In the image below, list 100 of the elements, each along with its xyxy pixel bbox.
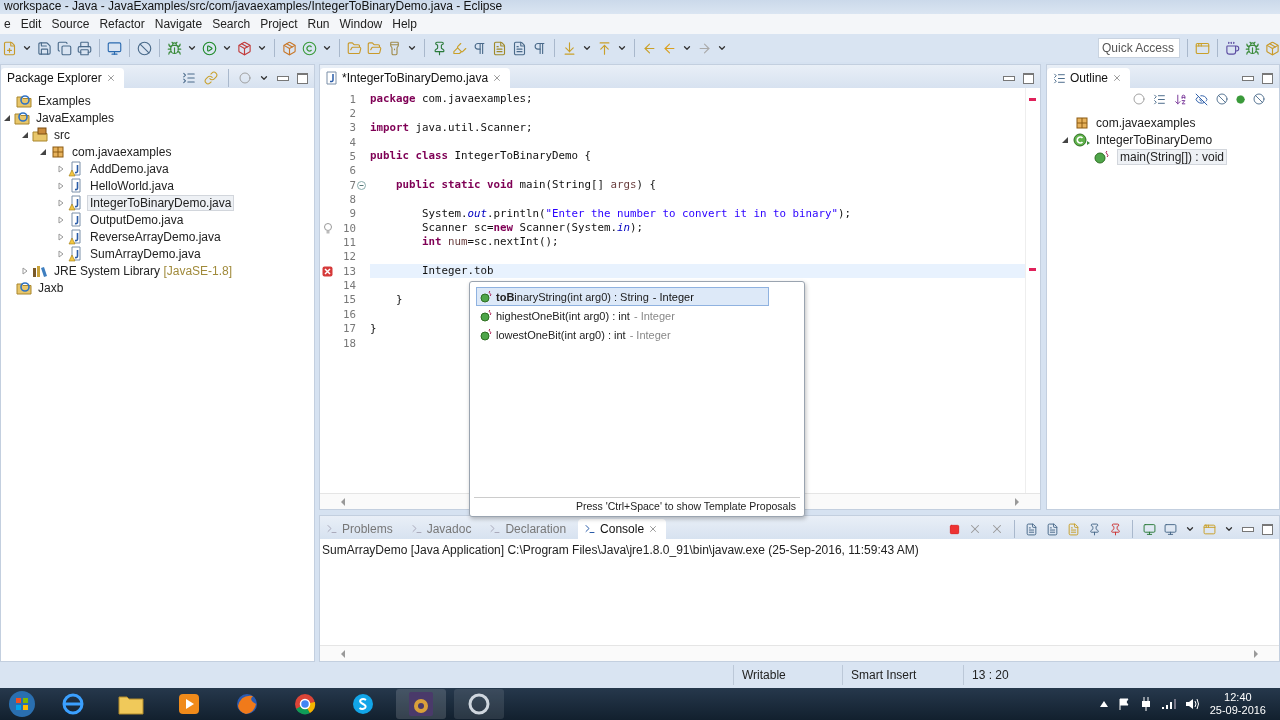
collapsed-arrow-icon[interactable] <box>21 266 29 275</box>
collapsed-arrow-icon[interactable] <box>57 249 65 258</box>
outline-icon[interactable] <box>1053 71 1066 85</box>
signal-bars-icon[interactable] <box>1161 699 1176 709</box>
scroll-left-icon[interactable] <box>340 649 346 658</box>
expanded-arrow-icon[interactable] <box>3 113 11 122</box>
close-icon[interactable] <box>492 73 503 83</box>
package-icon[interactable] <box>237 40 252 56</box>
menu-item[interactable]: Help <box>388 16 423 32</box>
collapsed-arrow-icon[interactable] <box>57 181 65 190</box>
completion-item[interactable]: highestOneBit(int arg0) : int - Integer <box>476 306 769 325</box>
menu-item[interactable]: Source <box>47 16 96 32</box>
document-icon[interactable] <box>512 40 527 56</box>
expanded-arrow-icon[interactable] <box>39 147 47 156</box>
document-icon[interactable] <box>492 40 507 56</box>
tree-item[interactable]: com.javaexamples <box>69 143 175 160</box>
collapsed-arrow-icon[interactable] <box>57 198 65 207</box>
collapse-all-icon[interactable] <box>182 71 196 85</box>
maximize-icon[interactable] <box>1262 72 1273 84</box>
maximize-icon[interactable] <box>1262 523 1273 535</box>
folder-icon[interactable] <box>118 693 144 715</box>
tree-item[interactable]: AddDemo.java <box>87 160 172 177</box>
close-icon[interactable] <box>1112 73 1123 83</box>
coffee-icon[interactable] <box>1225 40 1240 56</box>
media-player-icon[interactable] <box>177 692 201 716</box>
view-tab[interactable]: Javadoc <box>404 519 480 539</box>
collapse-all-icon[interactable] <box>1153 92 1166 106</box>
play-icon[interactable] <box>202 40 217 56</box>
monitor-icon[interactable] <box>1164 522 1177 536</box>
dot-icon[interactable] <box>1236 94 1245 104</box>
expanded-arrow-icon[interactable] <box>21 130 29 139</box>
tree-item[interactable]: OutputDemo.java <box>87 211 187 228</box>
menu-item[interactable]: Search <box>208 16 257 32</box>
copyright-icon[interactable] <box>302 40 317 56</box>
bug-icon[interactable] <box>1245 40 1260 56</box>
dropdown-caret-icon[interactable] <box>187 43 197 53</box>
package-icon[interactable] <box>282 40 297 56</box>
pin-icon[interactable] <box>432 40 447 56</box>
ide-app-icon[interactable] <box>408 691 434 717</box>
collapsed-arrow-icon[interactable] <box>57 232 65 241</box>
menu-item[interactable]: Edit <box>16 16 48 32</box>
maximize-icon[interactable] <box>297 72 308 84</box>
collapsed-arrow-icon[interactable] <box>57 164 65 173</box>
editor-tab[interactable]: *IntegerToBinaryDemo.java <box>320 68 511 88</box>
tree-item[interactable]: IntegerToBinaryDemo.java <box>87 194 235 211</box>
dropdown-caret-icon[interactable] <box>22 43 32 53</box>
clock-time[interactable]: 12:40 <box>1224 691 1252 704</box>
menu-item[interactable]: Navigate <box>150 16 209 32</box>
tree-item[interactable]: JavaExamples <box>33 109 118 126</box>
view-tab[interactable]: Outline <box>1047 68 1131 88</box>
save-icon[interactable] <box>37 40 52 56</box>
menu-item[interactable]: Refactor <box>95 16 151 32</box>
tree-item[interactable]: IntegerToBinaryDemo <box>1093 131 1216 148</box>
tree-item[interactable]: JRE System Library [JavaSE-1.8] <box>51 262 236 279</box>
hide-icon[interactable] <box>1195 92 1208 106</box>
chat-s-icon[interactable] <box>351 692 375 716</box>
document-icon[interactable] <box>1046 522 1059 536</box>
monitor-icon[interactable] <box>1143 522 1156 536</box>
monitor-icon[interactable] <box>107 40 122 56</box>
dropdown-caret-icon[interactable] <box>322 43 332 53</box>
menu-item[interactable]: Run <box>303 16 336 32</box>
dropdown-caret-icon[interactable] <box>257 43 267 53</box>
pilcrow-icon[interactable] <box>532 40 547 56</box>
bug-icon[interactable] <box>167 40 182 56</box>
tree-item[interactable]: ReverseArrayDemo.java <box>87 228 224 245</box>
globe-icon[interactable] <box>61 692 85 716</box>
tray-arrow-icon[interactable] <box>1099 701 1108 707</box>
tree-item[interactable]: main(String[]) : void <box>1117 148 1228 165</box>
close-icon[interactable] <box>105 73 116 83</box>
dropdown-caret-icon[interactable] <box>717 43 727 53</box>
quick-access-field[interactable]: Quick Access <box>1098 38 1180 58</box>
copy-icon[interactable] <box>57 40 72 56</box>
maximize-icon[interactable] <box>1023 72 1034 84</box>
flashlight-icon[interactable] <box>387 40 402 56</box>
dropdown-caret-icon[interactable] <box>259 73 269 83</box>
menu-item[interactable]: Window <box>335 16 389 32</box>
view-tab[interactable]: Problems <box>320 519 401 539</box>
expanded-arrow-icon[interactable] <box>1061 135 1069 144</box>
dropdown-caret-icon[interactable] <box>222 43 232 53</box>
clock-date[interactable]: 25-09-2016 <box>1209 704 1266 717</box>
dropdown-caret-icon[interactable] <box>682 43 692 53</box>
printer-icon[interactable] <box>77 40 92 56</box>
stop-icon[interactable] <box>949 523 960 535</box>
completion-item[interactable]: toBinaryString(int arg0) : String - Integer <box>476 287 769 306</box>
document-icon[interactable] <box>1025 522 1038 536</box>
tree-item[interactable]: Examples <box>35 92 94 109</box>
slash-circle-icon[interactable] <box>1253 93 1265 105</box>
completion-item[interactable]: lowestOneBit(int arg0) : int - Integer <box>476 325 769 344</box>
plug-icon[interactable] <box>1139 697 1152 711</box>
dropdown-caret-icon[interactable] <box>1185 524 1195 534</box>
view-tab[interactable]: Declaration <box>483 519 575 539</box>
scroll-left-icon[interactable] <box>340 497 346 506</box>
collapsed-arrow-icon[interactable] <box>57 215 65 224</box>
tree-item[interactable]: com.javaexamples <box>1093 114 1199 131</box>
flag-icon[interactable] <box>1117 698 1130 710</box>
close-icon[interactable] <box>648 524 659 534</box>
dropdown-caret-icon[interactable] <box>617 43 627 53</box>
menu-item[interactable]: e <box>0 16 17 32</box>
ring-icon[interactable] <box>467 692 491 716</box>
scroll-right-icon[interactable] <box>1253 649 1259 658</box>
